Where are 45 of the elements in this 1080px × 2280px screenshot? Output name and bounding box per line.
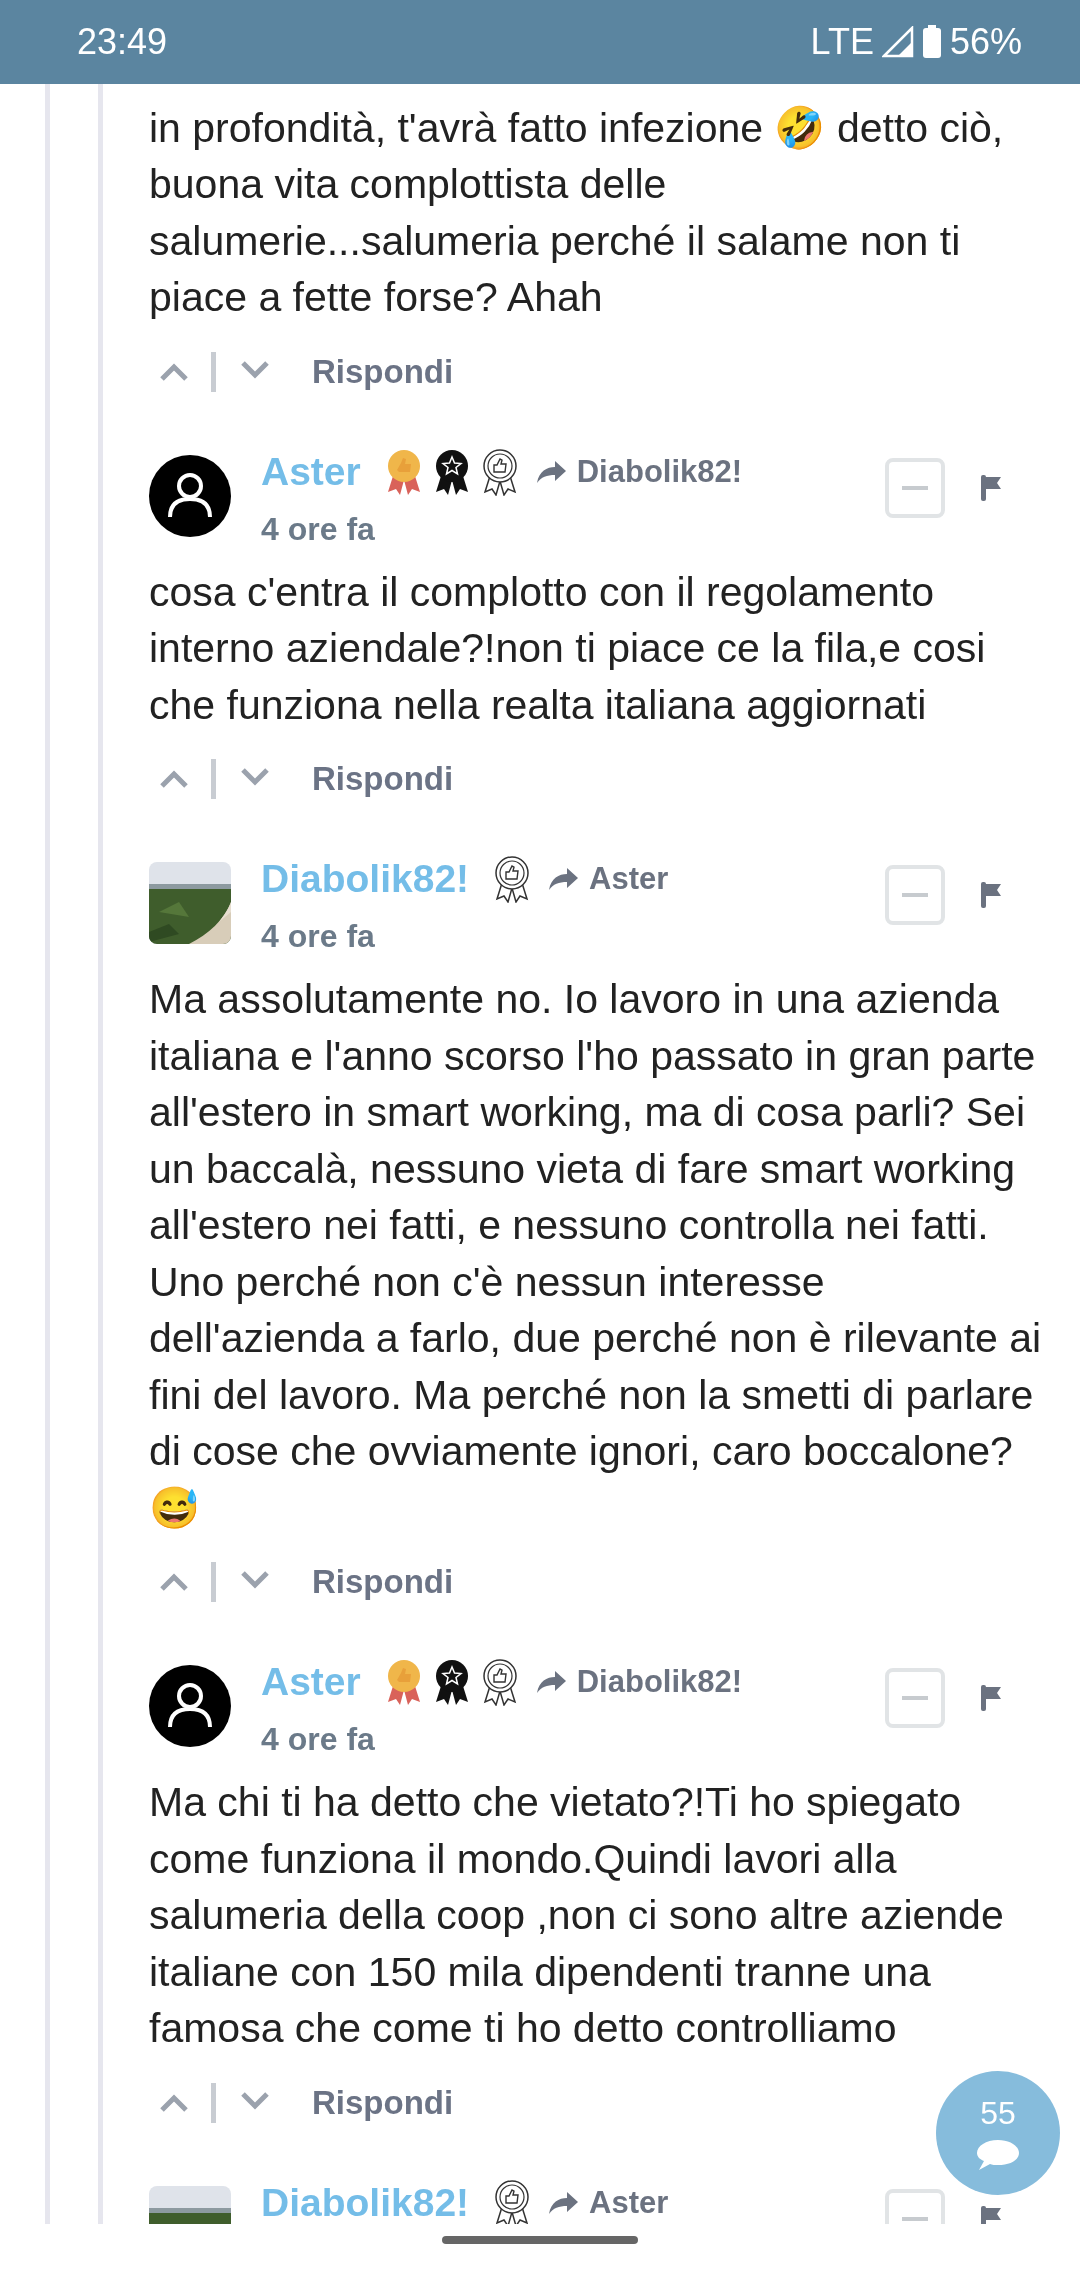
thumbs-up-medal-icon	[480, 447, 519, 496]
reply-button[interactable]: Rispondi	[312, 352, 454, 391]
flag-icon[interactable]	[979, 880, 1003, 911]
reply-button[interactable]: Rispondi	[312, 760, 454, 799]
upvote-icon[interactable]	[159, 2092, 189, 2113]
flag-icon[interactable]	[979, 2203, 1003, 2225]
reply-button[interactable]: Rispondi	[312, 2083, 454, 2122]
downvote-icon[interactable]	[240, 2090, 270, 2111]
upvote-icon[interactable]	[159, 1572, 189, 1593]
comment-text: Ma assolutamente no. Io lavoro in una azienda italiana e l'anno scorso l'ho passato in gran parte all'estero in smart working, ma di cosa parli? Sei un baccalà, nessuno vieta di fare smart working all'estero nei fatti, e nessuno controlla nei fatti. Uno perché non c'è nessun interesse dell'azienda a farlo, due perché non è rilevante ai fini del lavoro. Ma perché non la smetti di parlare di cose che ovviamente ignori, caro boccalone? 😅	[149, 975, 1043, 1533]
reply-to-name[interactable]: Diabolik82!	[576, 453, 743, 490]
reply-to-name[interactable]: Aster	[589, 2184, 669, 2221]
upvote-icon[interactable]	[159, 769, 189, 790]
thumbs-up-medal-icon	[480, 1658, 519, 1707]
reply-to-name[interactable]: Diabolik82!	[576, 1664, 743, 1701]
thumbs-up-medal-icon	[493, 2178, 532, 2225]
network-type: LTE	[810, 20, 874, 63]
clock: 23:49	[77, 20, 168, 63]
signal-icon	[881, 25, 914, 58]
downvote-icon[interactable]	[240, 767, 270, 788]
reply-arrow-icon	[547, 2189, 580, 2216]
downvote-icon[interactable]	[240, 359, 270, 380]
reply-to-name[interactable]: Aster	[589, 861, 669, 898]
collapse-button[interactable]	[885, 1668, 945, 1729]
downvote-icon[interactable]	[240, 1570, 270, 1591]
comment-text: Ma chi ti ha detto che vietato?!Ti ho spiegato come funziona il mondo.Quindi lavori alla salumeria della coop ,non ci sono altre aziende italiane con 150 mila dipendenti tranne una famosa che come ti ho detto controlliamo	[149, 1778, 1005, 2054]
comment-text: cosa c'entra il complotto con il regolamento interno aziendale?!non ti piace ce la fila,e cosi che funziona nella realta italiana aggiornati	[149, 567, 987, 730]
battery-level: 56%	[949, 20, 1022, 63]
comment-time: 4 ore fa	[261, 1720, 376, 1760]
user-avatar-icon[interactable]	[149, 1665, 231, 1748]
user-avatar-icon[interactable]	[149, 454, 231, 537]
thumbs-up-medal-icon	[493, 855, 532, 904]
collapse-button[interactable]	[885, 865, 945, 926]
home-indicator[interactable]	[442, 2236, 638, 2245]
battery-icon	[921, 24, 942, 59]
flag-icon[interactable]	[979, 1683, 1003, 1714]
flag-icon[interactable]	[979, 472, 1003, 503]
reply-arrow-icon	[534, 458, 567, 485]
collapse-button[interactable]	[885, 457, 945, 518]
comment-time: 4 ore fa	[261, 509, 376, 549]
comment-time: 4 ore fa	[261, 917, 376, 957]
comment-text: in profondità, t'avrà fatto infezione 🤣 detto ciò, buona vita complottista delle salumerie...salumeria perché il salame non ti piace a fette forse? Ahah	[149, 103, 1005, 323]
upvote-icon[interactable]	[159, 361, 189, 382]
speech-bubble-icon	[975, 2137, 1021, 2172]
reply-button[interactable]: Rispondi	[312, 1563, 454, 1602]
